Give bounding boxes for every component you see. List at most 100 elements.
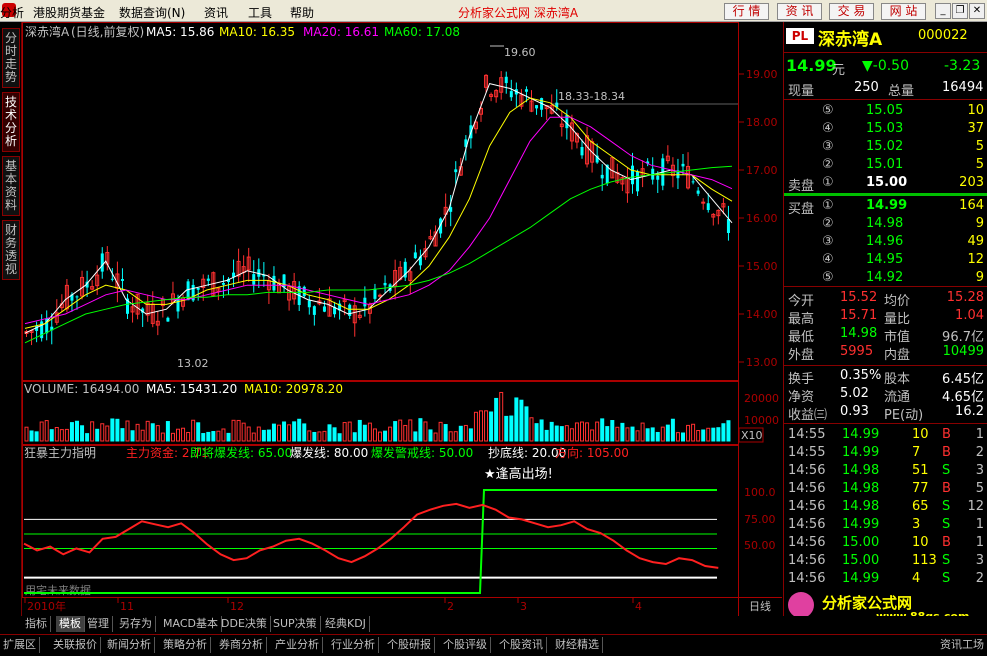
volume-bar xyxy=(54,426,59,442)
tick-time: 14:56 xyxy=(788,517,826,532)
volume-bar xyxy=(569,428,574,442)
extension-tab[interactable]: 新闻分析 xyxy=(104,637,155,653)
volume-bars xyxy=(24,391,731,442)
menu-hk-futures[interactable]: 港股期货基金 xyxy=(33,4,105,21)
indicator-l5: 方向: 105.00 xyxy=(555,445,629,460)
candle-body xyxy=(600,174,604,179)
chart-mode: (日线,前复权) xyxy=(71,24,144,39)
volume-bar xyxy=(362,424,367,442)
stat-value: 15.28 xyxy=(946,290,984,305)
indicator-tab[interactable]: 经典KDJ xyxy=(322,616,370,632)
buy-level-index: ② xyxy=(822,216,834,231)
volume-bar xyxy=(39,421,44,442)
tick-time: 14:56 xyxy=(788,463,826,478)
extension-tab[interactable]: 产业分析 xyxy=(272,637,323,653)
menu-tools[interactable]: 工具 xyxy=(248,4,272,21)
sell-level-index: ④ xyxy=(822,121,834,136)
candle-body xyxy=(176,298,180,312)
extension-tab[interactable]: 财经精选 xyxy=(552,637,603,653)
tick-volume: 113 xyxy=(912,553,937,568)
volume-bar xyxy=(90,421,95,442)
volume-bar xyxy=(468,428,473,442)
tick-count: 3 xyxy=(975,553,984,568)
extension-tab[interactable]: 个股资讯 xyxy=(496,637,547,653)
volume-bar xyxy=(287,424,292,442)
extension-tab[interactable]: 关联报价 xyxy=(50,637,101,653)
quote-button[interactable]: 行 情 xyxy=(724,3,769,20)
candle-body xyxy=(75,296,79,298)
extension-tab[interactable]: 资讯工场 xyxy=(937,637,987,653)
indicator-tab[interactable]: MACD基本 xyxy=(160,616,222,632)
candle-body xyxy=(252,274,256,285)
candle-body xyxy=(696,190,700,194)
extension-tab[interactable]: 扩展区 xyxy=(0,637,40,653)
fund-row: 收益㈢ 0.93 PE(动) 16.2 xyxy=(784,404,987,423)
sell-label: 卖盘 xyxy=(788,179,815,194)
stat-value: 14.98 xyxy=(840,326,878,341)
tab-technical[interactable]: 技术分析 xyxy=(2,92,20,152)
chart-area[interactable]: 深赤湾A (日线,前复权) MA5: 15.86 MA10: 16.35 MA2… xyxy=(22,22,782,616)
tick-volume: 4 xyxy=(912,571,921,586)
website-button[interactable]: 网 站 xyxy=(881,3,926,20)
tick-row: 14:56 14.99 4 S 2 xyxy=(784,571,987,589)
candle-body xyxy=(196,287,200,290)
volume-bar xyxy=(312,431,317,442)
fund-label: 流通 xyxy=(884,390,911,405)
high-annotation: 19.60 xyxy=(504,46,536,59)
menu-analysis[interactable]: 分析 xyxy=(0,4,24,21)
stat-row: 最高 15.71 量比 1.04 xyxy=(784,308,987,327)
tab-financial[interactable]: 财务透视 xyxy=(2,220,20,280)
indicator-l1: 即将爆发线: 65.00 xyxy=(190,445,292,460)
indicator-tab[interactable]: 模板 xyxy=(56,616,85,632)
news-button[interactable]: 资 讯 xyxy=(777,3,822,20)
extension-tab[interactable]: 个股评级 xyxy=(440,637,491,653)
volume-bar xyxy=(519,399,524,442)
extension-tab[interactable]: 券商分析 xyxy=(216,637,267,653)
kline-chart[interactable]: 深赤湾A (日线,前复权) MA5: 15.86 MA10: 16.35 MA2… xyxy=(22,22,782,616)
tab-profile[interactable]: 基本资料 xyxy=(2,156,20,216)
price-tick-label: 13.00 xyxy=(746,356,778,369)
price-tick-label: 17.00 xyxy=(746,164,778,177)
candle-body xyxy=(373,288,377,299)
candle-body xyxy=(656,175,660,180)
buy-row: ② 14.98 9 xyxy=(784,216,987,234)
tab-intraday[interactable]: 分时走势 xyxy=(2,28,20,88)
minimize-icon[interactable]: _ xyxy=(935,3,951,19)
extension-tab[interactable]: 行业分析 xyxy=(328,637,379,653)
tick-side: S xyxy=(942,463,951,478)
volume-bar xyxy=(549,421,554,442)
candle-body xyxy=(454,169,458,173)
tick-side: S xyxy=(942,517,951,532)
tick-count: 5 xyxy=(975,481,984,496)
candle-body xyxy=(302,286,306,297)
volume-bar xyxy=(479,410,483,442)
indicator-tab[interactable]: 指标 xyxy=(22,616,51,632)
indicator-tab[interactable]: DDE决策 xyxy=(218,616,271,632)
volume-bar xyxy=(64,428,69,442)
stat-value: 15.71 xyxy=(840,308,878,323)
stat-label: 外盘 xyxy=(788,348,815,363)
trade-button[interactable]: 交 易 xyxy=(829,3,874,20)
quote-stock-code: 000022 xyxy=(918,28,968,43)
volume-bar xyxy=(691,423,696,442)
indicator-tab[interactable]: SUP决策 xyxy=(270,616,321,632)
ma10-label: MA10: 16.35 xyxy=(219,25,295,39)
menu-news[interactable]: 资讯 xyxy=(204,4,228,21)
volume-bar xyxy=(620,422,625,442)
restore-icon[interactable]: ❐ xyxy=(952,3,968,19)
extension-tab[interactable]: 策略分析 xyxy=(160,637,211,653)
menu-data-query[interactable]: 数据查询(N) xyxy=(119,4,185,21)
volume-bar xyxy=(145,420,150,442)
close-icon[interactable]: ✕ xyxy=(969,3,985,19)
indicator-tab[interactable]: 管理 xyxy=(84,616,113,632)
period-label[interactable]: 日线 xyxy=(749,599,771,613)
volume-bar xyxy=(408,419,413,442)
volume-bar xyxy=(574,422,579,442)
volume-bar xyxy=(403,424,408,442)
menu-help[interactable]: 帮助 xyxy=(290,4,314,21)
extension-tab[interactable]: 个股研报 xyxy=(384,637,435,653)
sell-row: ② 15.01 5 xyxy=(784,157,987,175)
moving-average-lines xyxy=(24,83,733,344)
indicator-tab[interactable]: 另存为 xyxy=(116,616,156,632)
volume-bar xyxy=(686,424,691,442)
